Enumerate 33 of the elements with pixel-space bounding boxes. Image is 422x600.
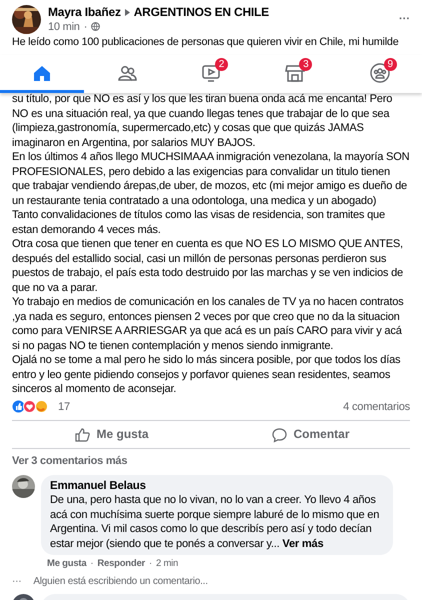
post-time[interactable]: 10 min — [48, 20, 80, 34]
reply-link[interactable]: Responder — [97, 557, 146, 572]
separator-dot: · — [90, 557, 94, 572]
post-text: Ojalá no se tome a mal pero he sido lo más sincera posible, por que todos los días entro y leo gente pidiendo consejos y porfavor quienes sean residentes, seamos sinceros al momento de aconsejar. — [12, 353, 402, 396]
group-name[interactable]: ARGENTINOS EN CHILE — [134, 5, 269, 20]
comment-button[interactable]: Comentar — [211, 421, 410, 448]
more-button[interactable]: ··· — [399, 11, 410, 28]
typing-indicator: Alguien está escribiendo un comentario... — [33, 574, 208, 589]
separator-dot: · — [84, 20, 88, 34]
comments-count[interactable]: 4 comentarios — [343, 400, 410, 414]
post-text: Yo trabajo en medios de comunicación en los canales de TV ya no hacen contratos ,ya nada es seguro, entonces piensen 2 veces por que creo que no da la situacion como para VENIRSE A ARRIESGAR ya que acá es un país CARO para vivir y acá si no pagas NO te tienen contemplación y menos siendo inmigrante. — [12, 295, 405, 353]
nav-tab[interactable]: 3 — [253, 55, 338, 93]
post-text: Otra cosa que tienen que tener en cuenta es que NO ES LO MISMO QUE ANTES, después del estallido social, casi un millón de personas personas perdieron sus puestos de trabajo, el país esta todo destruido por las marchas y se ven indicios de que no va a parar. — [12, 237, 404, 295]
like-button[interactable]: Me gusta — [12, 421, 211, 448]
reaction-count[interactable]: 17 — [58, 400, 70, 414]
see-more-link[interactable]: Ver más — [282, 538, 324, 550]
notification-count: 2 — [215, 58, 228, 71]
like-link[interactable]: Me gusta — [47, 557, 86, 572]
view-more-comments-link[interactable]: Ver 3 comentarios más — [12, 455, 128, 467]
post-text: He leído como 100 publicaciones de personas que quieren vivir en Chile, mi humilde — [12, 36, 400, 49]
comment-time: 2 min — [156, 557, 178, 572]
comment-text: De una, pero hasta que no lo vivan, no lo van a creer. Yo llevo 4 años acá con muchísima suerte porque siempre laburé de lo mismo que en Argentina. Vi mil casos como lo que describís pero así y todo decían estar mejor (siendo que te ponés a conversar y... Ver más — [50, 493, 380, 552]
author-name[interactable]: Mayra Ibañez — [48, 5, 121, 20]
nav-tab[interactable]: 2 — [168, 55, 254, 93]
post-text: su título, por que NO es así y los que les tiran buena onda acá me encanta! Pero NO es una situación real, ya que cuando llegas tenes que trabajar de lo que sea (limpieza,gastronomía, supermercado,etc) y cosas que que quizás JAMAS imaginaron en Argentina, por salarios MUY BAJOS. — [12, 92, 394, 150]
separator-dot: · — [149, 557, 152, 572]
notification-count: 3 — [299, 58, 312, 71]
notification-count: 9 — [384, 58, 397, 71]
post-text: Tanto convalidaciones de títulos como las visas de residencia, son tramites que estan demorando 4 veces más. — [12, 208, 386, 237]
post-text: En los últimos 4 años llego MUCHSIMAAA inmigración venezolana, la mayoría SON PROFESIONALES, pero debido a las exigencias para convalidar un titulo tienen que trabajar vendiendo árepas,de uber, de mozos, etc (mi mejor amigo es dueño de un restaurante tenia contratado a una odontologa, una medica y un abogado) — [12, 150, 410, 208]
nav-tab[interactable]: 9 — [338, 55, 422, 93]
commenter-name[interactable]: Emmanuel Belaus — [50, 478, 384, 493]
typing-dots: ··· — [12, 574, 22, 589]
